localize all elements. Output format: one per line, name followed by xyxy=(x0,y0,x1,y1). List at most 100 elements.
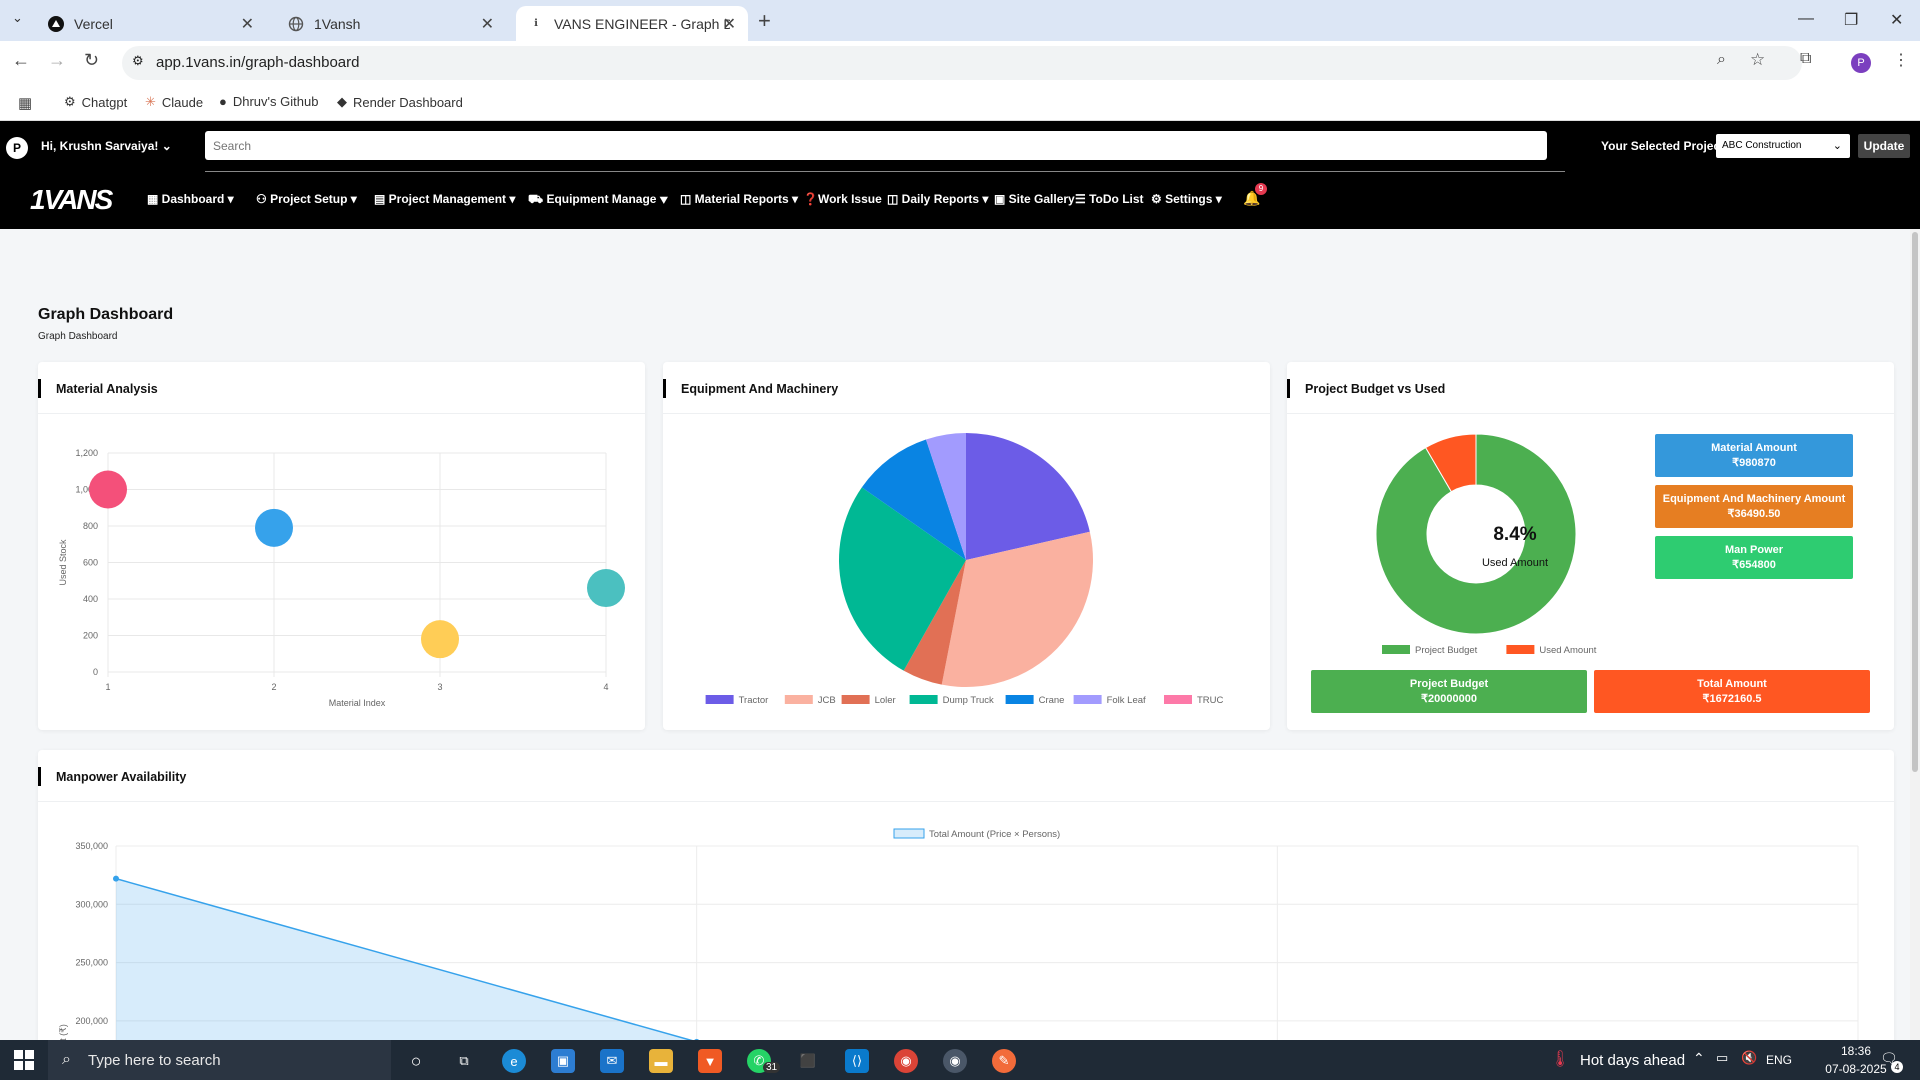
y-tick-label: 600 xyxy=(83,558,98,568)
menu-equipment-manage[interactable]: ⛟ Equipment Manage ▾ xyxy=(528,192,668,208)
search-input[interactable] xyxy=(205,131,1547,160)
chrome-active-icon[interactable]: ◉ xyxy=(943,1049,967,1073)
language-indicator[interactable]: ENG xyxy=(1766,1053,1792,1067)
close-tab-icon[interactable]: ✕ xyxy=(481,14,494,34)
chevron-down-icon: ⌄ xyxy=(1832,140,1842,152)
close-tab-icon[interactable]: ✕ xyxy=(241,14,254,34)
app-orange-icon[interactable]: ✎ xyxy=(992,1049,1016,1073)
github-icon: ● xyxy=(219,94,227,109)
page-title: Graph Dashboard xyxy=(38,306,174,323)
brave-icon[interactable]: ▼ xyxy=(698,1049,722,1073)
menu-todo-list[interactable]: ☰ ToDo List xyxy=(1075,192,1144,206)
menu-project-setup[interactable]: ⚇ Project Setup ▾ xyxy=(256,192,357,206)
taskbar-search[interactable]: ⌕ Type here to search xyxy=(48,1040,391,1080)
dashboard-icon: ▦ xyxy=(147,192,162,206)
site-info-icon[interactable]: ⚙ xyxy=(132,53,144,69)
legend-swatch xyxy=(841,695,870,704)
bookmark-chatgpt[interactable]: ⚙ Chatgpt xyxy=(64,94,127,110)
scatter-point xyxy=(587,569,625,608)
legend-label: Loler xyxy=(875,695,896,706)
vercel-icon xyxy=(48,15,64,32)
legend-swatch xyxy=(1164,695,1192,704)
question-icon: ❓ xyxy=(803,192,818,206)
tab-vercel[interactable]: Vercel ✕ xyxy=(36,6,266,41)
document-icon: ▤ xyxy=(374,192,389,206)
cortana-icon[interactable]: ○ xyxy=(404,1049,428,1073)
y-tick-label: 200,000 xyxy=(75,1016,108,1026)
search-underline xyxy=(205,171,1565,172)
bookmark-claude[interactable]: ✳ Claude xyxy=(145,94,203,110)
reload-icon[interactable]: ↻ xyxy=(84,50,99,71)
chevron-down-icon: ⌄ xyxy=(161,139,172,153)
store-icon[interactable]: ▣ xyxy=(551,1049,575,1073)
legend-label: TRUC xyxy=(1197,695,1224,706)
zoom-icon[interactable]: ⌕ xyxy=(1717,51,1726,69)
tab-title: Vercel xyxy=(74,15,113,32)
legend-label: Total Amount (Price × Persons) xyxy=(929,829,1060,840)
notification-badge: 9 xyxy=(1255,183,1267,195)
update-button[interactable]: Update xyxy=(1858,134,1910,158)
card-title: Project Budget vs Used xyxy=(1305,382,1446,396)
scrollbar-thumb[interactable] xyxy=(1912,232,1918,772)
profile-avatar[interactable]: P xyxy=(1851,53,1871,73)
chatgpt-icon: ⚙ xyxy=(64,94,76,109)
menu-material-reports[interactable]: ◫ Material Reports ▾ xyxy=(680,192,798,206)
close-tab-icon[interactable]: ✕ xyxy=(723,14,736,34)
truck-icon: ⛟ xyxy=(528,192,547,206)
menu-site-gallery[interactable]: ▣ Site Gallery xyxy=(994,192,1075,206)
legend-label: Folk Leaf xyxy=(1107,695,1146,706)
url-field[interactable]: ⚙ app.1vans.in/graph-dashboard xyxy=(122,46,1802,80)
bookmark-star-icon[interactable]: ☆ xyxy=(1750,50,1765,70)
legend-label: Tractor xyxy=(739,695,769,706)
material-amount-box: Material Amount ₹980870 xyxy=(1655,434,1853,477)
equipment-pie-chart: Tractor JCB Loler Dump Truck Crane Folk Leaf T… xyxy=(705,433,1224,706)
minimize-button[interactable]: — xyxy=(1798,10,1814,28)
tab-list-dropdown-icon[interactable]: ⌄ xyxy=(12,10,23,26)
manpower-area-chart: 350,000300,000250,000200,000ount (₹)Tota… xyxy=(58,828,1859,1050)
project-select[interactable]: ABC Construction ⌄ xyxy=(1716,134,1850,158)
menu-dashboard[interactable]: ▦ Dashboard ▾ xyxy=(147,192,234,206)
y-tick-label: 400 xyxy=(83,594,98,604)
edge-icon[interactable]: e xyxy=(502,1049,526,1073)
menu-settings[interactable]: ⚙ Settings ▾ xyxy=(1151,192,1222,206)
image-icon: ▣ xyxy=(994,192,1009,206)
restore-button[interactable]: ❐ xyxy=(1844,10,1858,30)
bookmark-render[interactable]: ◆ Render Dashboard xyxy=(337,94,463,110)
mail-icon[interactable]: ✉ xyxy=(600,1049,624,1073)
tab-1vansh[interactable]: 1Vansh ✕ xyxy=(276,6,506,41)
tab-graph-dashboard[interactable]: ℹ VANS ENGINEER - Graph Dashb ✕ xyxy=(516,6,748,41)
scatter-point xyxy=(89,470,127,509)
material-scatter-chart: 02004006008001,0001,2001 2 3 4Material Inde… xyxy=(58,448,625,708)
windows-start-icon[interactable] xyxy=(14,1050,34,1070)
extensions-icon[interactable]: ⧉ xyxy=(1800,50,1811,68)
donut-center-label: Used Amount xyxy=(1481,557,1549,569)
tray-chevron-icon[interactable]: ⌃ xyxy=(1693,1050,1705,1067)
chrome-icon[interactable]: ◉ xyxy=(894,1049,918,1073)
weather-text[interactable]: Hot days ahead xyxy=(1580,1052,1685,1069)
volume-icon[interactable]: 🔇 xyxy=(1741,1050,1757,1066)
total-amount-box: Total Amount ₹1672160.5 xyxy=(1594,670,1870,713)
vscode-icon[interactable]: ⟨⟩ xyxy=(845,1049,869,1073)
breadcrumb: Graph Dashboard xyxy=(38,331,118,342)
bookmark-github[interactable]: ● Dhruv's Github xyxy=(219,94,318,109)
y-axis-label: Used Stock xyxy=(58,539,68,586)
manpower-amount-box: Man Power ₹654800 xyxy=(1655,536,1853,579)
file-explorer-icon[interactable]: ▬ xyxy=(649,1049,673,1073)
project-label: Your Selected Project: xyxy=(1601,139,1729,153)
back-icon[interactable]: ← xyxy=(12,50,30,71)
user-greeting[interactable]: Hi, Krushn Sarvaiya! ⌄ xyxy=(41,139,172,153)
close-window-button[interactable]: ✕ xyxy=(1890,10,1903,30)
user-avatar[interactable]: P xyxy=(6,137,28,159)
forward-icon[interactable]: → xyxy=(48,50,66,71)
new-tab-button[interactable]: + xyxy=(758,8,771,34)
menu-daily-reports[interactable]: ◫ Daily Reports ▾ xyxy=(887,192,988,206)
app-icon[interactable]: ⬛ xyxy=(796,1049,820,1073)
browser-menu-icon[interactable]: ⋮ xyxy=(1893,50,1909,70)
network-icon[interactable]: ▭ xyxy=(1716,1050,1728,1066)
material-analysis-card: Material Analysis 0 200 400 600 800 1,000 1,20… xyxy=(38,362,645,730)
apps-grid-icon[interactable]: ▦ xyxy=(18,94,32,112)
task-view-icon[interactable]: ⧉ xyxy=(452,1049,476,1073)
tab-title: 1Vansh xyxy=(314,15,361,32)
menu-work-issue[interactable]: ❓Work Issue xyxy=(803,192,882,206)
menu-project-management[interactable]: ▤ Project Management ▾ xyxy=(374,192,515,206)
